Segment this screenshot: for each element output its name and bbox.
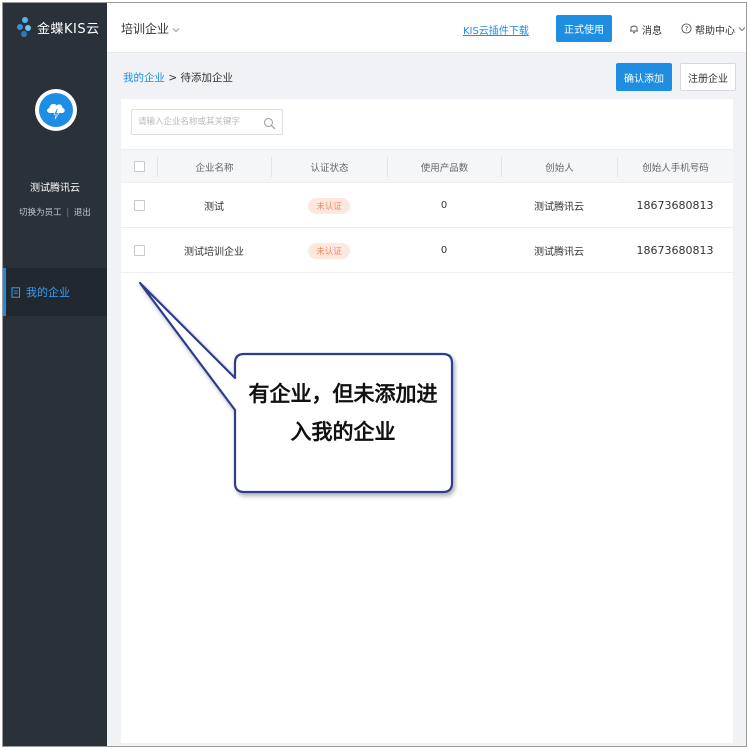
company-name: 测试 (204, 202, 224, 213)
help-center-button[interactable]: ? 帮助中心 (681, 22, 746, 37)
founder-name: 测试腾讯云 (534, 202, 584, 213)
search-icon[interactable] (263, 115, 276, 134)
document-icon (11, 283, 21, 302)
breadcrumb-current: 待添加企业 (180, 72, 234, 84)
confirm-add-button[interactable]: 确认添加 (616, 63, 672, 91)
plugin-download-link[interactable]: KIS云插件下载 (463, 22, 529, 37)
sidebar-item-label: 我的企业 (26, 286, 70, 299)
select-all-cell (121, 150, 157, 182)
row-select-cell (121, 229, 157, 272)
status-badge: 未认证 (308, 197, 350, 214)
top-bar: 培训企业 KIS云插件下载 正式使用 消息 ? 帮助中心 (107, 3, 746, 53)
sidebar-item-my-companies[interactable]: 我的企业 (3, 268, 107, 316)
row-checkbox[interactable] (133, 200, 145, 211)
product-count: 0 (440, 200, 448, 211)
search-input[interactable] (138, 115, 256, 129)
messages-label: 消息 (642, 26, 662, 37)
switch-to-employee-link[interactable]: 切换为员工 (19, 208, 62, 218)
brand[interactable]: 金蝶KIS云 (17, 17, 100, 37)
formal-use-button[interactable]: 正式使用 (556, 15, 612, 42)
status-cell: 未认证 (271, 184, 387, 227)
register-company-button[interactable]: 注册企业 (680, 63, 736, 91)
annotation-text: 有企业，但未添加进 入我的企业 (236, 375, 450, 451)
column-header-status: 认证状态 (271, 157, 387, 177)
avatar[interactable] (35, 89, 77, 131)
search-box (131, 109, 283, 135)
column-header-founder-phone: 创始人手机号码 (617, 157, 733, 177)
user-name: 测试腾讯云 (30, 183, 80, 194)
table-row[interactable]: 测试培训企业 未认证 0 测试腾讯云 18673680813 (121, 229, 733, 273)
divider: | (66, 208, 70, 218)
help-circle-icon: ? (681, 22, 692, 37)
founder-phone: 18673680813 (636, 244, 714, 257)
column-header-company-name: 企业名称 (157, 157, 271, 177)
chevron-down-icon (738, 24, 746, 35)
logout-link[interactable]: 退出 (74, 208, 91, 218)
annotation-line-2: 入我的企业 (290, 419, 396, 444)
table-header: 企业名称 认证状态 使用产品数 创始人 创始人手机号码 (121, 149, 733, 183)
breadcrumb-my-companies[interactable]: 我的企业 (123, 72, 165, 84)
current-company-label: 培训企业 (121, 22, 170, 36)
column-header-product-count: 使用产品数 (387, 157, 501, 177)
svg-text:?: ? (685, 25, 689, 33)
chevron-down-icon (172, 22, 180, 36)
breadcrumb: 我的企业 > 待添加企业 (123, 70, 233, 85)
help-center-label: 帮助中心 (695, 26, 735, 37)
breadcrumb-separator: > (168, 72, 178, 84)
breadcrumb-bar: 我的企业 > 待添加企业 确认添加 注册企业 (107, 54, 746, 101)
select-all-checkbox[interactable] (133, 160, 145, 172)
row-checkbox[interactable] (133, 245, 145, 256)
cloud-lightning-icon (39, 93, 73, 127)
status-badge: 未认证 (308, 242, 350, 259)
founder-name: 测试腾讯云 (534, 247, 584, 258)
row-select-cell (121, 184, 157, 227)
annotation-line-1: 有企业，但未添加进 (248, 381, 438, 406)
company-switcher[interactable]: 培训企业 (121, 20, 180, 37)
company-name: 测试培训企业 (184, 247, 244, 258)
column-header-founder: 创始人 (501, 157, 617, 177)
founder-phone: 18673680813 (636, 199, 714, 212)
kingdee-logo-icon (17, 17, 33, 37)
messages-button[interactable]: 消息 (629, 22, 662, 37)
table-row[interactable]: 测试 未认证 0 测试腾讯云 18673680813 (121, 184, 733, 228)
brand-name: 金蝶KIS云 (37, 21, 100, 37)
bell-icon (629, 23, 639, 37)
sidebar: 金蝶KIS云 测试腾讯云 切换为员工 | 退出 我的企业 (3, 3, 107, 746)
product-count: 0 (440, 245, 448, 256)
status-cell: 未认证 (271, 229, 387, 272)
user-actions: 切换为员工 | 退出 (3, 206, 107, 218)
